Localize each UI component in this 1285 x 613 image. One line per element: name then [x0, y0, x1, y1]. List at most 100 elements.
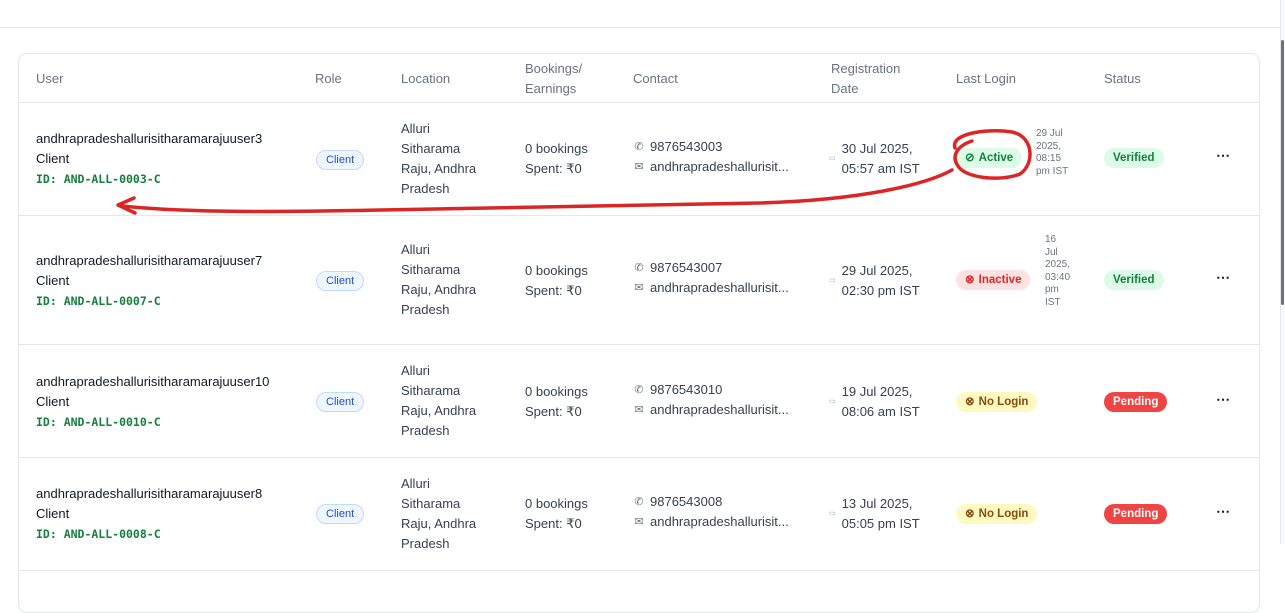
- phone-number: 9876543010: [650, 382, 723, 397]
- bookings-cell: 0 bookings Spent: ₹0: [525, 139, 588, 179]
- user-name[interactable]: andhrapradeshallurisitharamarajuuser8: [36, 484, 262, 504]
- role-cell: Client: [316, 391, 365, 412]
- last-login-line: 16: [1045, 234, 1057, 245]
- bookings-count: 0 bookings: [525, 263, 588, 278]
- bookings-cell: 0 bookings Spent: ₹0: [525, 494, 588, 534]
- phone-number: 9876543003: [650, 139, 723, 154]
- role-badge: Client: [316, 150, 365, 170]
- last-login-line: 08:15: [1036, 153, 1062, 164]
- last-login-line: 29 Jul: [1036, 128, 1063, 139]
- status-cell: Verified: [1104, 269, 1164, 290]
- location-line: Raju, Andhra: [401, 516, 477, 531]
- location-line: Raju, Andhra: [401, 403, 477, 418]
- registration-cell: ▭ 13 Jul 2025, 05:05 pm IST: [829, 494, 920, 534]
- last-login-time: 16 Jul 2025, 03:40 pm IST: [1045, 234, 1070, 309]
- user-type: Client: [36, 506, 70, 521]
- column-header-role[interactable]: Role: [315, 69, 342, 89]
- email-line[interactable]: ✉ andhrapradeshallurisit...: [633, 157, 788, 177]
- status-cell: Pending: [1104, 391, 1168, 412]
- registration-time: 02:30 pm IST: [841, 283, 920, 298]
- login-status-label: No Login: [978, 508, 1029, 520]
- role-badge: Client: [316, 392, 365, 412]
- email-line[interactable]: ✉ andhrapradeshallurisit...: [633, 512, 788, 532]
- user-cell: andhrapradeshallurisitharamarajuuser7 Cl…: [36, 251, 262, 311]
- spent-amount: Spent: ₹0: [525, 516, 582, 531]
- registration-time: 08:06 am IST: [841, 404, 920, 419]
- x-circle-icon: ⊗: [965, 396, 975, 408]
- table-row[interactable]: andhrapradeshallurisitharamarajuuser8 Cl…: [19, 458, 1259, 571]
- email-line[interactable]: ✉ andhrapradeshallurisit...: [633, 278, 788, 298]
- user-name[interactable]: andhrapradeshallurisitharamarajuuser10: [36, 372, 269, 392]
- location-line: Raju, Andhra: [401, 282, 477, 297]
- more-actions-button[interactable]: ⋯: [1216, 391, 1230, 408]
- role-cell: Client: [316, 503, 365, 524]
- user-name[interactable]: andhrapradeshallurisitharamarajuuser3: [36, 129, 262, 149]
- registration-time: 05:57 am IST: [841, 161, 920, 176]
- scrollbar-thumb[interactable]: [1281, 40, 1284, 305]
- contact-cell: ✆ 9876543007 ✉ andhrapradeshallurisit...: [633, 258, 789, 298]
- column-header-status[interactable]: Status: [1104, 69, 1141, 89]
- column-header-location[interactable]: Location: [401, 69, 450, 89]
- user-cell: andhrapradeshallurisitharamarajuuser3 Cl…: [36, 129, 262, 189]
- column-header-contact[interactable]: Contact: [633, 69, 678, 89]
- user-type: Client: [36, 273, 70, 288]
- top-bar: [0, 0, 1285, 28]
- login-status-cell: ⊗ No Login: [956, 391, 1038, 412]
- location-cell: Alluri Sitharama Raju, Andhra Pradesh: [401, 240, 511, 320]
- column-header-bookings[interactable]: Bookings/ Earnings: [525, 59, 582, 99]
- user-id: ID: AND-ALL-0010-C: [36, 415, 161, 429]
- phone-icon: ✆: [634, 384, 644, 396]
- user-type: Client: [36, 394, 70, 409]
- location-cell: Alluri Sitharama Raju, Andhra Pradesh: [401, 474, 511, 554]
- login-status-label: No Login: [978, 396, 1029, 408]
- phone-line[interactable]: ✆ 9876543008: [633, 492, 789, 512]
- email-line[interactable]: ✉ andhrapradeshallurisit...: [633, 400, 789, 420]
- status-cell: Pending: [1104, 503, 1168, 524]
- scrollbar-track[interactable]: [1280, 0, 1285, 544]
- email-address: andhrapradeshallurisit...: [650, 402, 789, 417]
- phone-number: 9876543007: [650, 260, 723, 275]
- location-line: Pradesh: [401, 181, 450, 196]
- registration-cell: ▭ 30 Jul 2025, 05:57 am IST: [829, 139, 920, 179]
- location-line: Pradesh: [401, 536, 450, 551]
- verification-badge: Verified: [1104, 270, 1164, 290]
- login-status-cell: ⊘ Active: [956, 147, 1023, 168]
- role-badge: Client: [316, 504, 365, 524]
- last-login-line: 2025,: [1045, 259, 1071, 270]
- role-cell: Client: [316, 270, 365, 291]
- location-cell: Alluri Sitharama Raju, Andhra Pradesh: [401, 119, 511, 199]
- user-type: Client: [36, 151, 70, 166]
- role-badge: Client: [316, 271, 365, 291]
- calendar-icon: ▭: [829, 277, 836, 284]
- contact-cell: ✆ 9876543008 ✉ andhrapradeshallurisit...: [633, 492, 789, 532]
- phone-icon: ✆: [634, 141, 644, 153]
- login-status-label: Inactive: [978, 274, 1022, 286]
- column-header-registration[interactable]: Registration Date: [831, 59, 900, 99]
- phone-line[interactable]: ✆ 9876543007: [633, 258, 789, 278]
- column-header-last-login[interactable]: Last Login: [956, 69, 1016, 89]
- login-status-label: Active: [978, 152, 1014, 164]
- phone-line[interactable]: ✆ 9876543010: [633, 380, 789, 400]
- location-line: Sitharama: [401, 262, 461, 277]
- more-actions-button[interactable]: ⋯: [1216, 269, 1230, 286]
- verification-badge: Pending: [1104, 504, 1168, 524]
- bookings-cell: 0 bookings Spent: ₹0: [525, 382, 588, 422]
- phone-line[interactable]: ✆ 9876543003: [633, 137, 789, 157]
- user-name[interactable]: andhrapradeshallurisitharamarajuuser7: [36, 251, 262, 271]
- location-line: Alluri: [401, 242, 430, 257]
- registration-date: 19 Jul 2025,: [841, 384, 913, 399]
- column-header-registration-line2: Date: [831, 81, 859, 96]
- column-header-user[interactable]: User: [36, 69, 63, 89]
- bookings-cell: 0 bookings Spent: ₹0: [525, 261, 588, 301]
- registration-date: 13 Jul 2025,: [841, 496, 913, 511]
- contact-cell: ✆ 9876543003 ✉ andhrapradeshallurisit...: [633, 137, 789, 177]
- column-header-registration-line1: Registration: [831, 61, 901, 76]
- login-status-cell: ⊗ No Login: [956, 503, 1038, 524]
- more-actions-button[interactable]: ⋯: [1216, 503, 1230, 520]
- more-actions-button[interactable]: ⋯: [1216, 147, 1230, 164]
- table-row[interactable]: andhrapradeshallurisitharamarajuuser10 C…: [19, 345, 1259, 458]
- table-row[interactable]: andhrapradeshallurisitharamarajuuser7 Cl…: [19, 216, 1259, 345]
- bookings-count: 0 bookings: [525, 384, 588, 399]
- table-row[interactable]: andhrapradeshallurisitharamarajuuser3 Cl…: [19, 103, 1259, 216]
- registration-cell: ▭ 29 Jul 2025, 02:30 pm IST: [829, 261, 920, 301]
